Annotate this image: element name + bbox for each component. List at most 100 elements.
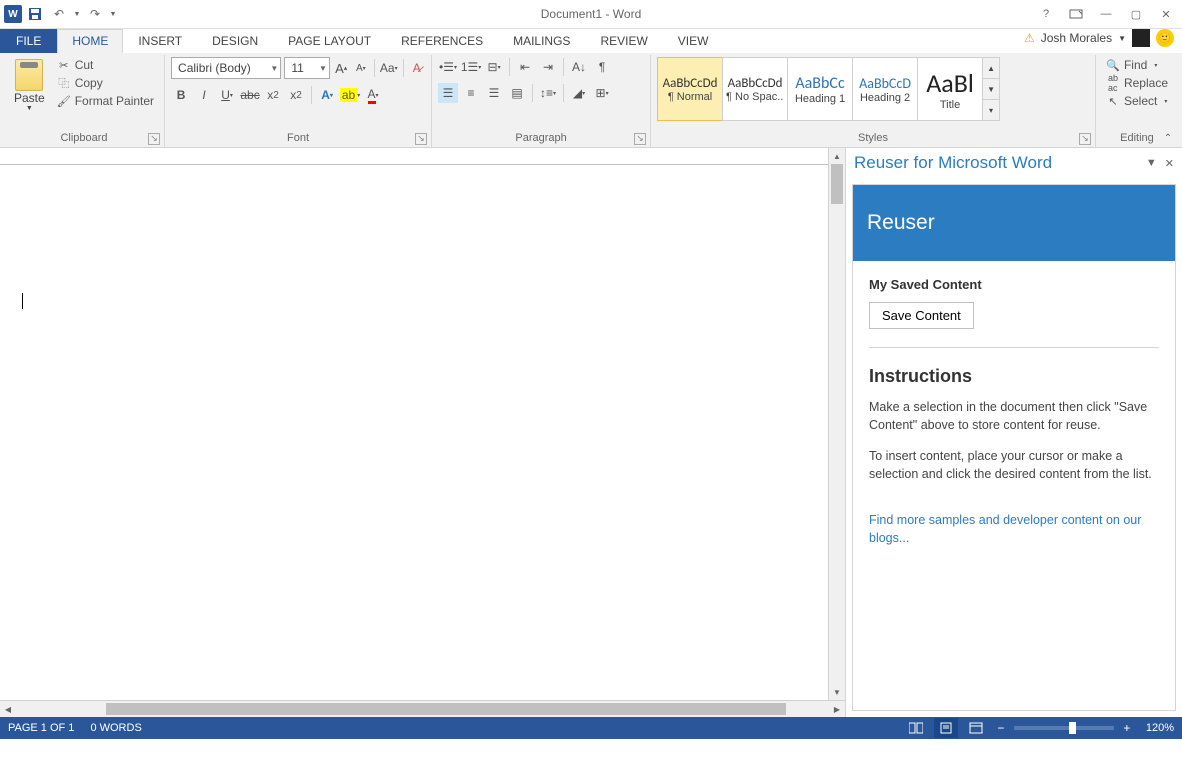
user-dropdown[interactable]: ▼	[1118, 34, 1126, 43]
subscript-button[interactable]: x2	[263, 85, 283, 105]
styles-dialog-launcher[interactable]: ↘	[1079, 133, 1091, 145]
vertical-scrollbar[interactable]: ▲ ▼	[828, 148, 845, 700]
shrink-font-button[interactable]: A▾	[353, 58, 370, 78]
copy-button[interactable]: ⿻Copy	[53, 75, 158, 91]
scroll-down-button[interactable]: ▼	[829, 684, 845, 700]
scroll-thumb[interactable]	[106, 703, 786, 715]
ribbon-display-button[interactable]	[1064, 4, 1088, 24]
justify-button[interactable]: ▤	[507, 83, 527, 103]
grow-font-button[interactable]: A▴	[333, 58, 350, 78]
change-case-button[interactable]: Aa▾	[380, 58, 398, 78]
paste-dropdown[interactable]: ▼	[26, 105, 33, 112]
scroll-thumb[interactable]	[831, 164, 843, 204]
zoom-level[interactable]: 120%	[1146, 722, 1174, 734]
tab-review[interactable]: REVIEW	[585, 29, 662, 53]
task-pane-menu[interactable]: ▼	[1146, 157, 1157, 170]
minimize-button[interactable]: —	[1094, 4, 1118, 24]
save-content-button[interactable]: Save Content	[869, 302, 974, 329]
replace-button[interactable]: abacReplace	[1102, 75, 1172, 91]
format-painter-button[interactable]: 🖌Format Painter	[53, 93, 158, 109]
print-layout-button[interactable]	[934, 718, 958, 738]
strikethrough-button[interactable]: abc	[240, 85, 260, 105]
task-pane-close[interactable]: ✕	[1165, 157, 1174, 170]
italic-button[interactable]: I	[194, 85, 214, 105]
feedback-icon[interactable]: 🙂	[1156, 29, 1174, 47]
chevron-down-icon[interactable]: ▼	[319, 64, 327, 73]
save-button[interactable]	[24, 3, 46, 25]
undo-button[interactable]: ↶	[48, 3, 70, 25]
increase-indent-button[interactable]: ⇥	[538, 57, 558, 77]
highlight-button[interactable]: ab▾	[340, 85, 360, 105]
style-heading-1[interactable]: AaBbCcHeading 1	[787, 57, 853, 121]
decrease-indent-button[interactable]: ⇤	[515, 57, 535, 77]
user-avatar[interactable]	[1132, 29, 1150, 47]
font-dialog-launcher[interactable]: ↘	[415, 133, 427, 145]
styles-more[interactable]: ▲▼▾	[982, 57, 1000, 121]
styles-expand[interactable]: ▾	[983, 100, 999, 120]
select-button[interactable]: ↖Select▾	[1102, 93, 1172, 109]
find-button[interactable]: 🔍Find▾	[1102, 57, 1172, 73]
help-button[interactable]: ?	[1034, 4, 1058, 24]
multilevel-list-button[interactable]: ⊟▾	[484, 57, 504, 77]
numbering-button[interactable]: 1☰▾	[461, 57, 481, 77]
borders-button[interactable]: ⊞▾	[592, 83, 612, 103]
align-center-button[interactable]: ≡	[461, 83, 481, 103]
styles-row-down[interactable]: ▼	[983, 79, 999, 100]
samples-link[interactable]: Find more samples and developer content …	[869, 513, 1141, 545]
line-spacing-button[interactable]: ↕≡▾	[538, 83, 558, 103]
tab-mailings[interactable]: MAILINGS	[498, 29, 585, 53]
sort-button[interactable]: A↓	[569, 57, 589, 77]
shading-button[interactable]: ◢▾	[569, 83, 589, 103]
scroll-left-button[interactable]: ◀	[0, 701, 16, 717]
underline-button[interactable]: U▾	[217, 85, 237, 105]
horizontal-scrollbar[interactable]: ◀ ▶	[0, 700, 845, 717]
tab-file[interactable]: FILE	[0, 29, 57, 53]
font-color-button[interactable]: A▾	[363, 85, 383, 105]
horizontal-ruler[interactable]	[0, 148, 828, 165]
zoom-in-button[interactable]: +	[1120, 721, 1134, 735]
scroll-right-button[interactable]: ▶	[829, 701, 845, 717]
document-page[interactable]	[0, 165, 828, 700]
word-count[interactable]: 0 WORDS	[90, 722, 141, 734]
style---no-spac---[interactable]: AaBbCcDd¶ No Spac...	[722, 57, 788, 121]
tab-view[interactable]: VIEW	[663, 29, 724, 53]
align-right-button[interactable]: ☰	[484, 83, 504, 103]
paste-button[interactable]: Paste ▼	[10, 57, 49, 114]
font-name-combo[interactable]: Calibri (Body)▼	[171, 57, 281, 79]
undo-dropdown[interactable]: ▼	[72, 3, 82, 25]
zoom-out-button[interactable]: −	[994, 721, 1008, 735]
tab-insert[interactable]: INSERT	[123, 29, 197, 53]
paragraph-dialog-launcher[interactable]: ↘	[634, 133, 646, 145]
qat-customize[interactable]: ▼	[108, 3, 118, 25]
clipboard-dialog-launcher[interactable]: ↘	[148, 133, 160, 145]
style---normal[interactable]: AaBbCcDd¶ Normal	[657, 57, 723, 121]
superscript-button[interactable]: x2	[286, 85, 306, 105]
zoom-knob[interactable]	[1069, 722, 1076, 734]
cut-button[interactable]: ✂Cut	[53, 57, 158, 73]
tab-page-layout[interactable]: PAGE LAYOUT	[273, 29, 386, 53]
style-heading-2[interactable]: AaBbCcDHeading 2	[852, 57, 918, 121]
text-effects-button[interactable]: A▾	[317, 85, 337, 105]
collapse-ribbon-button[interactable]: ⌃	[1160, 131, 1176, 145]
align-left-button[interactable]: ☰	[438, 83, 458, 103]
tab-references[interactable]: REFERENCES	[386, 29, 498, 53]
chevron-down-icon[interactable]: ▼	[270, 64, 278, 73]
style-title[interactable]: AaBlTitle	[917, 57, 983, 121]
web-layout-button[interactable]	[964, 718, 988, 738]
clear-formatting-button[interactable]: A̷	[408, 58, 425, 78]
bullets-button[interactable]: •☰▾	[438, 57, 458, 77]
read-mode-button[interactable]	[904, 718, 928, 738]
scroll-up-button[interactable]: ▲	[829, 148, 845, 164]
font-size-combo[interactable]: 11▼	[284, 57, 330, 79]
show-marks-button[interactable]: ¶	[592, 57, 612, 77]
tab-design[interactable]: DESIGN	[197, 29, 273, 53]
tab-home[interactable]: HOME	[57, 29, 123, 53]
close-button[interactable]: ✕	[1154, 4, 1178, 24]
maximize-button[interactable]: ▢	[1124, 4, 1148, 24]
redo-button[interactable]: ↷	[84, 3, 106, 25]
zoom-slider[interactable]	[1014, 726, 1114, 730]
bold-button[interactable]: B	[171, 85, 191, 105]
user-name[interactable]: Josh Morales	[1041, 31, 1112, 45]
page-status[interactable]: PAGE 1 OF 1	[8, 722, 74, 734]
styles-row-up[interactable]: ▲	[983, 58, 999, 79]
